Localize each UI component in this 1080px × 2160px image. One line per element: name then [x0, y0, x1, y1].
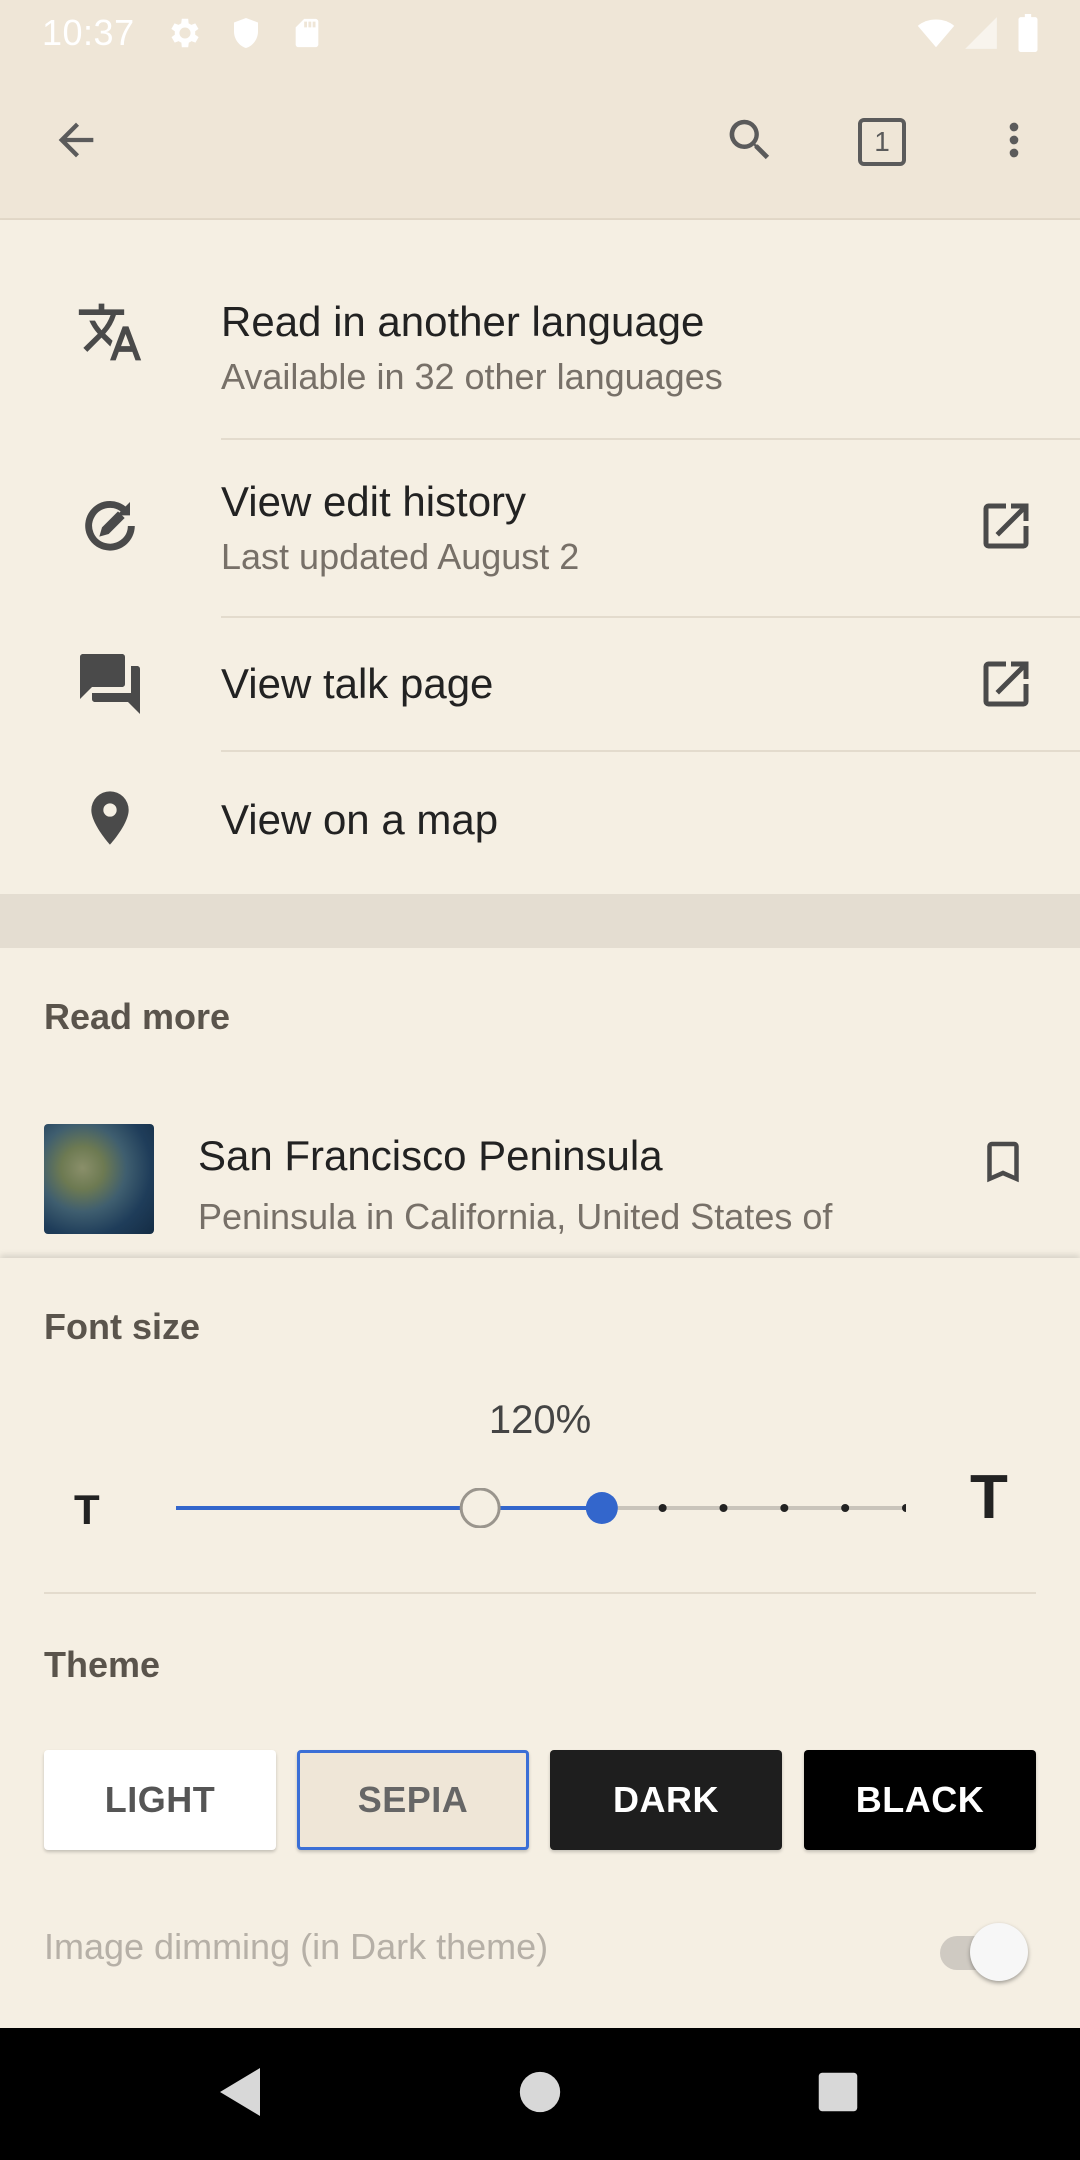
toggle-knob — [970, 1923, 1028, 1981]
open-external-icon — [976, 654, 1036, 714]
slider-thumb — [585, 1492, 618, 1524]
increase-font-button[interactable]: T — [970, 1462, 1008, 1533]
view-edit-history-title: View edit history — [221, 478, 527, 525]
article-description: Peninsula in California, United States o… — [198, 1196, 833, 1237]
translate-icon — [72, 294, 148, 370]
image-dimming-label: Image dimming (in Dark theme) — [44, 1926, 549, 1967]
sd-card-icon — [290, 14, 324, 57]
slider-tick — [780, 1504, 789, 1512]
font-size-value: 120% — [488, 1398, 592, 1442]
slider-tick — [902, 1504, 906, 1512]
theme-sepia-button[interactable]: SEPIA — [297, 1750, 529, 1850]
toolbar: 1 — [0, 66, 1080, 220]
read-in-another-language-title: Read in another language — [221, 298, 705, 345]
map-pin-icon — [72, 780, 148, 856]
view-on-map-title: View on a map — [221, 796, 499, 843]
back-button[interactable] — [40, 106, 112, 178]
wifi-icon — [914, 14, 958, 57]
font-size-label: Font size — [44, 1306, 201, 1347]
decrease-font-button[interactable]: T — [74, 1486, 100, 1534]
read-more-label: Read more — [44, 996, 231, 1037]
article-thumbnail — [44, 1124, 154, 1234]
tabs-count-icon: 1 — [858, 118, 906, 166]
search-button[interactable] — [714, 106, 786, 178]
tabs-count: 1 — [874, 126, 890, 157]
nav-recents-button[interactable] — [772, 2028, 904, 2160]
nav-recents-icon — [817, 2071, 859, 2118]
talk-icon — [72, 646, 148, 722]
theme-light-button[interactable]: LIGHT — [44, 1750, 276, 1850]
reading-preferences-sheet: Font size 120% T T Theme LIGHT SEPIA DAR… — [0, 1258, 1080, 2028]
view-talk-page-item[interactable]: View talk page — [0, 618, 1080, 750]
status-bar: 10:37 — [0, 0, 1080, 66]
open-external-icon — [976, 496, 1036, 556]
read-in-another-language-subtitle: Available in 32 other languages — [221, 356, 723, 397]
tabs-button[interactable]: 1 — [846, 106, 918, 178]
theme-black-button[interactable]: BLACK — [804, 1750, 1036, 1850]
slider-tick — [841, 1504, 850, 1512]
article-title: San Francisco Peninsula — [198, 1132, 663, 1179]
article-actions-menu: Read in another language Available in 32… — [0, 220, 1080, 894]
theme-dark-button[interactable]: DARK — [550, 1750, 782, 1850]
view-edit-history-item[interactable]: View edit history Last updated August 2 — [0, 440, 1080, 616]
nav-home-icon — [518, 2070, 562, 2119]
view-on-map-item[interactable]: View on a map — [0, 752, 1080, 894]
navigation-bar — [0, 2028, 1080, 2160]
more-options-button[interactable] — [978, 106, 1050, 178]
battery-icon — [1016, 14, 1040, 57]
slider-tick — [658, 1504, 667, 1512]
view-talk-page-title: View talk page — [221, 660, 494, 707]
image-dimming-toggle[interactable] — [936, 1918, 1036, 1982]
shield-icon — [228, 14, 264, 57]
more-vert-icon — [988, 114, 1040, 171]
bookmark-icon[interactable] — [976, 1132, 1030, 1197]
slider-tick — [719, 1504, 728, 1512]
nav-back-button[interactable] — [174, 2028, 306, 2160]
view-edit-history-subtitle: Last updated August 2 — [221, 536, 580, 577]
status-time: 10:37 — [42, 12, 135, 53]
arrow-back-icon — [50, 114, 102, 171]
signal-icon — [962, 14, 1000, 57]
divider — [44, 1592, 1036, 1594]
font-size-slider[interactable] — [176, 1488, 906, 1528]
read-in-another-language-item[interactable]: Read in another language Available in 32… — [0, 220, 1080, 438]
search-icon — [723, 113, 777, 172]
nav-back-icon — [216, 2066, 264, 2123]
section-gap — [0, 894, 1080, 948]
gear-icon — [166, 14, 204, 57]
read-more-section: Read more San Francisco Peninsula Penins… — [0, 948, 1080, 1258]
nav-home-button[interactable] — [474, 2028, 606, 2160]
slider-default-marker — [459, 1488, 501, 1528]
theme-label: Theme — [44, 1644, 161, 1685]
edit-history-icon — [72, 488, 148, 564]
